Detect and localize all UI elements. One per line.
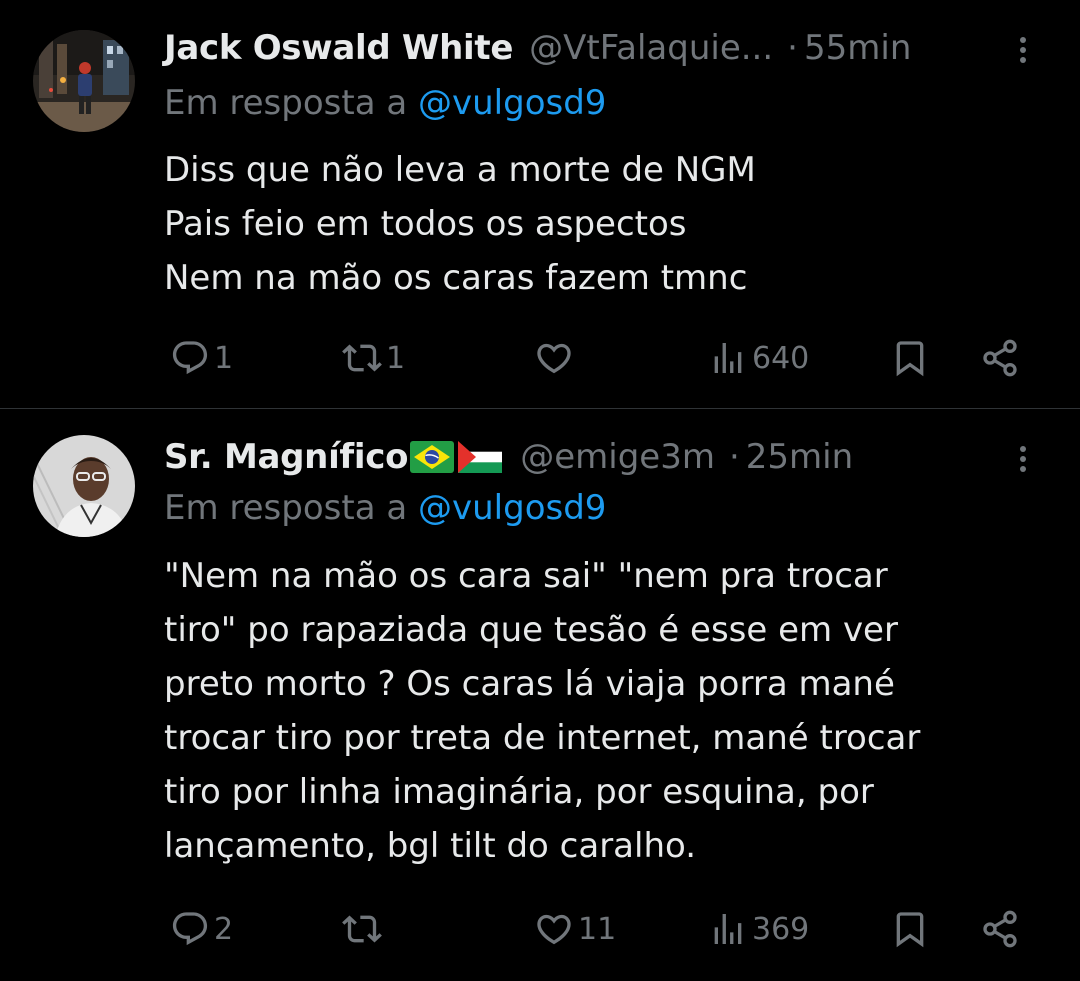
more-icon[interactable]	[1008, 30, 1038, 70]
avatar-photo	[33, 30, 135, 132]
separator-dot: ·	[787, 28, 798, 68]
reply-prefix: Em resposta a	[164, 83, 408, 123]
view-count: 369	[752, 911, 810, 947]
tweet-text-line: "Nem na mão os cara sai" "nem pra trocar	[164, 556, 888, 596]
retweet-icon	[342, 915, 382, 943]
views-button[interactable]: 640	[708, 330, 809, 386]
heart-icon	[537, 343, 571, 374]
tweet-text-line: Diss que não leva a morte de NGM	[164, 150, 756, 190]
tweet[interactable]: Sr. Magnífico @emige3m · 25min Em respos…	[0, 409, 1080, 981]
tweet-text-line: trocar tiro por treta de internet, mané …	[164, 718, 921, 758]
reply-button[interactable]: 1	[170, 330, 233, 386]
action-bar: 2 11 369	[164, 901, 1044, 957]
tweet-text: Diss que não leva a morte de NGM Pais fe…	[164, 143, 1024, 305]
retweet-icon	[342, 344, 382, 372]
author-handle[interactable]: @emige3m	[520, 437, 715, 477]
reply-context: Em resposta a @vulgosd9	[164, 488, 606, 528]
tweet-text-line: Nem na mão os caras fazem tmnc	[164, 258, 748, 298]
share-icon	[983, 339, 1017, 377]
retweet-count: 1	[386, 340, 406, 376]
avatar[interactable]	[33, 30, 135, 132]
bookmark-icon	[896, 341, 924, 377]
author-flags	[410, 441, 503, 473]
retweet-button[interactable]: 1	[342, 330, 405, 386]
bookmark-button[interactable]	[890, 901, 930, 957]
tweet-text-line: preto morto ? Os caras lá viaja porra ma…	[164, 664, 895, 704]
tweet-text-line: tiro por linha imaginária, por esquina, …	[164, 772, 874, 812]
like-count: 11	[578, 911, 617, 947]
tweet-header: Jack Oswald White @VtFalaquie... · 55min	[164, 25, 990, 71]
like-button[interactable]	[534, 330, 578, 386]
tweet[interactable]: Jack Oswald White @VtFalaquie... · 55min…	[0, 0, 1080, 408]
author-name[interactable]: Sr. Magnífico	[164, 437, 409, 477]
reply-icon	[172, 912, 208, 946]
palestine-flag-icon	[458, 441, 503, 473]
reply-mention-link[interactable]: @vulgosd9	[418, 83, 606, 123]
reply-mention-link[interactable]: @vulgosd9	[418, 488, 606, 528]
reply-context: Em resposta a @vulgosd9	[164, 83, 606, 123]
views-icon	[714, 914, 742, 944]
tweet-text-line: Pais feio em todos os aspectos	[164, 204, 687, 244]
timestamp[interactable]: 25min	[746, 437, 853, 477]
avatar[interactable]	[33, 435, 135, 537]
views-icon	[714, 343, 742, 373]
avatar-photo	[33, 435, 135, 537]
reply-icon	[172, 341, 208, 375]
tweet-text: "Nem na mão os cara sai" "nem pra trocar…	[164, 549, 1024, 873]
bookmark-button[interactable]	[890, 330, 930, 386]
action-bar: 1 1 640	[164, 330, 1044, 386]
like-button[interactable]: 11	[534, 901, 616, 957]
share-button[interactable]	[980, 330, 1020, 386]
tweet-header: Sr. Magnífico @emige3m · 25min	[164, 434, 990, 480]
share-icon	[983, 910, 1017, 948]
timestamp[interactable]: 55min	[804, 28, 911, 68]
reply-count: 1	[214, 340, 234, 376]
reply-prefix: Em resposta a	[164, 488, 408, 528]
more-icon[interactable]	[1008, 439, 1038, 479]
author-name[interactable]: Jack Oswald White	[164, 28, 513, 68]
views-button[interactable]: 369	[708, 901, 809, 957]
heart-icon	[537, 914, 571, 945]
view-count: 640	[752, 340, 810, 376]
reply-count: 2	[214, 911, 234, 947]
brazil-flag-icon	[410, 441, 455, 473]
tweet-text-line: tiro" po rapaziada que tesão é esse em v…	[164, 610, 898, 650]
bookmark-icon	[896, 912, 924, 948]
separator-dot: ·	[728, 437, 740, 477]
tweet-text-line: lançamento, bgl tilt do caralho.	[164, 826, 697, 866]
retweet-button[interactable]	[342, 901, 386, 957]
share-button[interactable]	[980, 901, 1020, 957]
author-handle[interactable]: @VtFalaquie...	[529, 28, 773, 68]
reply-button[interactable]: 2	[170, 901, 233, 957]
